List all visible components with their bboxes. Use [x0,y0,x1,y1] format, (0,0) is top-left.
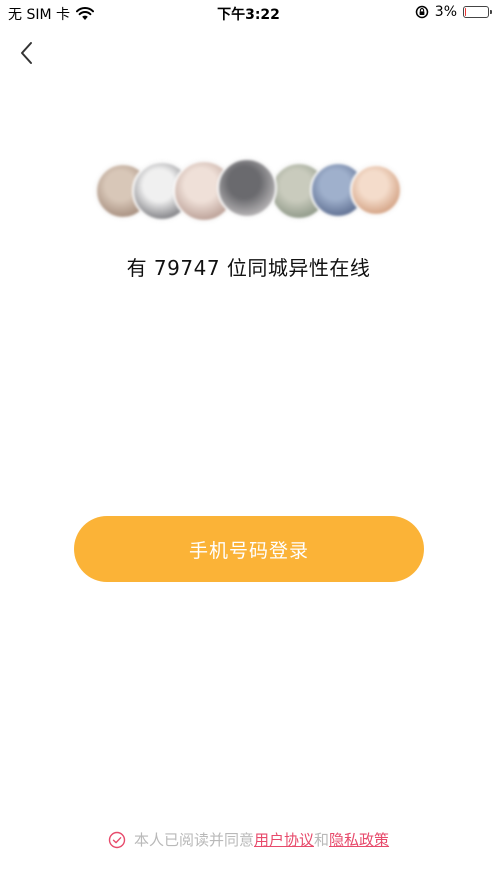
avatar-row [0,158,497,224]
chevron-left-icon [21,42,32,64]
battery-percent: 3% [434,4,457,20]
login-screen: 无 SIM 卡 下午3:22 3% 有 79747 位同城异性在线 手机号码登录… [0,0,497,883]
battery-level [465,8,466,16]
agreement-row: 本人已阅读并同意 用户协议 和 隐私政策 [0,829,497,850]
rotation-lock-icon [415,5,429,19]
avatar [217,158,277,218]
agreement-prefix: 本人已阅读并同意 [133,831,254,849]
phone-login-button[interactable]: 手机号码登录 [74,516,424,582]
online-count-text: 有 79747 位同城异性在线 [126,256,371,280]
agreement-and: 和 [314,831,330,849]
agree-checkbox-icon[interactable] [108,831,126,849]
avatar [350,164,402,216]
status-right: 3% [415,4,492,20]
battery-icon [463,6,492,18]
status-bar: 无 SIM 卡 下午3:22 3% [0,0,497,26]
user-agreement-link[interactable]: 用户协议 [254,829,314,850]
privacy-policy-link[interactable]: 隐私政策 [329,829,389,850]
back-button[interactable] [12,38,42,68]
